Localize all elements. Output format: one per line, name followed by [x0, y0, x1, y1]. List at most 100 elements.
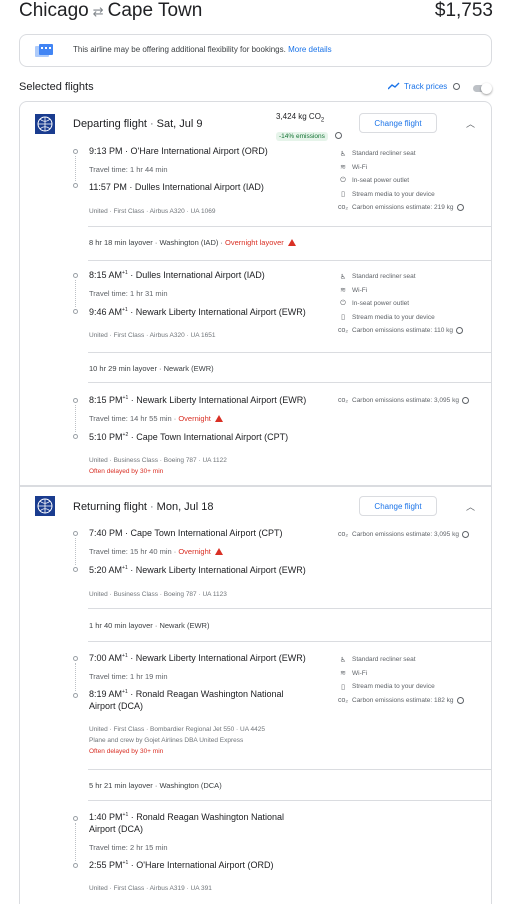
divider — [88, 800, 491, 801]
amenity-stream: Stream media to your device — [352, 313, 435, 321]
arrival-airport: Newark Liberty International Airport (EW… — [135, 565, 306, 575]
info-icon[interactable] — [461, 397, 469, 405]
operator-info: Plane and crew by Gojet Airlines DBA Uni… — [89, 737, 244, 744]
travel-time: Travel time: 1 hr 31 min — [89, 289, 168, 298]
arrival-airport: Ronald Reagan Washington National — [135, 689, 284, 699]
amenity-emissions: Carbon emissions estimate: 3,095 kg — [352, 397, 459, 405]
amenities-list: ♿ Standard recliner seat ≋ Wi-Fi ▯ Stream m… — [338, 653, 464, 707]
timeline-dot — [73, 863, 78, 868]
co2-icon: co₂ — [338, 397, 349, 405]
arrival-row: 11:57 PM · Dulles International Airport … — [89, 182, 264, 192]
amenity-wifi: Wi-Fi — [352, 286, 368, 294]
amenity-stream: Stream media to your device — [352, 683, 435, 691]
flight-details: United · Business Class · Boeing 787 · U… — [89, 591, 227, 598]
change-flight-button[interactable]: Change flight — [359, 113, 437, 133]
day-offset: +1 — [122, 653, 128, 659]
timeline-dot — [73, 531, 78, 536]
returning-label: Returning flight — [73, 501, 147, 513]
trend-icon — [387, 82, 400, 90]
wifi-icon: ≋ — [340, 164, 346, 172]
arrival-row: 5:20 AM+1 · Newark Liberty International… — [89, 565, 306, 575]
amenity-emissions: Carbon emissions estimate: 3,095 kg — [352, 531, 459, 539]
flight-details: United · First Class · Airbus A320 · UA … — [89, 332, 216, 339]
co2-icon: co₂ — [338, 327, 349, 335]
delay-warning: Often delayed by 30+ min — [89, 468, 164, 475]
amenity-seat: Standard recliner seat — [352, 273, 416, 281]
departure-time: 1:40 PM — [89, 812, 123, 822]
info-icon[interactable] — [456, 327, 464, 335]
divider — [88, 382, 491, 383]
day-offset: +1 — [122, 307, 128, 313]
departing-label: Departing flight — [73, 118, 147, 130]
track-prices-label: Track prices — [404, 82, 448, 91]
info-icon[interactable] — [456, 204, 464, 212]
departure-airport: Cape Town International Airport (CPT) — [130, 528, 283, 538]
notice-text: This airline may be offering additional … — [73, 45, 286, 54]
departure-time: 9:13 PM — [89, 146, 123, 156]
amenities-list: co₂ Carbon emissions estimate: 3,095 kg — [338, 394, 469, 408]
calendar-flex-icon — [35, 44, 53, 57]
arrival-time: 9:46 AM — [89, 307, 123, 317]
info-icon[interactable] — [452, 83, 460, 90]
chevron-up-icon[interactable]: ︿ — [466, 500, 475, 513]
divider — [88, 352, 491, 353]
power-icon: ⏻ — [340, 299, 346, 307]
amenity-stream: Stream media to your device — [352, 190, 435, 198]
arrival-airport: O'Hare International Airport (ORD) — [136, 860, 274, 870]
info-icon[interactable] — [456, 696, 464, 704]
departure-airport: O'Hare International Airport (ORD) — [130, 146, 268, 156]
day-offset: +2 — [122, 432, 129, 438]
departure-row: 7:00 AM+1 · Newark Liberty International… — [89, 653, 306, 663]
timeline-line — [75, 280, 76, 307]
warning-icon — [287, 239, 296, 246]
day-offset: +1 — [122, 689, 128, 695]
returning-date: Mon, Jul 18 — [156, 501, 214, 513]
overnight-warning: Overnight — [178, 414, 211, 423]
arrival-airport: Cape Town International Airport (CPT) — [136, 432, 289, 442]
timeline-line — [75, 156, 76, 181]
stream-media-icon: ▯ — [341, 191, 345, 199]
track-prices[interactable]: Track prices — [387, 82, 460, 91]
departing-flight-card: Departing flight · Sat, Jul 9 3,424 kg CO2… — [19, 101, 492, 486]
flight-details: United · First Class · Airbus A319 · UA … — [89, 885, 212, 892]
warning-icon — [214, 548, 223, 555]
day-offset: +1 — [122, 565, 128, 571]
departure-row: 7:40 PM · Cape Town International Airpor… — [89, 528, 283, 538]
more-details-link[interactable]: More details — [288, 45, 332, 54]
emissions-badge-row: -14% emissions — [276, 125, 343, 143]
layover-info: 10 hr 29 min layover · Newark (EWR) — [89, 364, 214, 373]
returning-flight-card: Returning flight · Mon, Jul 18 Change flig… — [19, 486, 492, 904]
destination-city: Cape Town — [107, 0, 203, 21]
stream-media-icon: ▯ — [341, 314, 345, 322]
seat-icon: ♿ — [339, 150, 347, 158]
timeline-dot — [73, 693, 78, 698]
travel-time-row: Travel time: 15 hr 40 min · Overnight — [89, 547, 223, 556]
amenity-emissions: Carbon emissions estimate: 182 kg — [352, 696, 454, 704]
amenity-wifi: Wi-Fi — [352, 163, 368, 171]
amenity-emissions: Carbon emissions estimate: 219 kg — [352, 204, 454, 212]
arrival-row: 8:19 AM+1 · Ronald Reagan Washington Nat… — [89, 689, 284, 699]
timeline-dot — [73, 816, 78, 821]
flexibility-notice: This airline may be offering additional … — [19, 34, 492, 67]
delay-warning: Often delayed by 30+ min — [89, 748, 164, 755]
amenities-list: ♿ Standard recliner seat ≋ Wi-Fi ⏻ In-seat … — [338, 270, 464, 338]
arrival-airport: Dulles International Airport (IAD) — [134, 182, 264, 192]
day-offset: +1 — [122, 812, 129, 818]
chevron-up-icon[interactable]: ︿ — [466, 117, 475, 130]
united-logo-icon — [35, 496, 55, 516]
departure-time: 8:15 AM — [89, 270, 123, 280]
timeline-line — [75, 405, 76, 432]
trip-route: Chicago ⇄ Cape Town — [19, 0, 202, 22]
info-icon[interactable] — [461, 531, 469, 539]
track-prices-toggle[interactable] — [471, 83, 493, 94]
departure-airport: Newark Liberty International Airport (EW… — [136, 395, 307, 405]
change-flight-button[interactable]: Change flight — [359, 496, 437, 516]
warning-icon — [214, 415, 223, 422]
info-icon[interactable] — [335, 132, 343, 139]
origin-city: Chicago — [19, 0, 89, 21]
departure-airport: Dulles International Airport (IAD) — [135, 270, 265, 280]
layover-info: 1 hr 40 min layover · Newark (EWR) — [89, 621, 210, 630]
travel-time: Travel time: 14 hr 55 min · — [89, 414, 179, 423]
divider — [88, 226, 491, 227]
timeline-dot — [73, 434, 78, 439]
